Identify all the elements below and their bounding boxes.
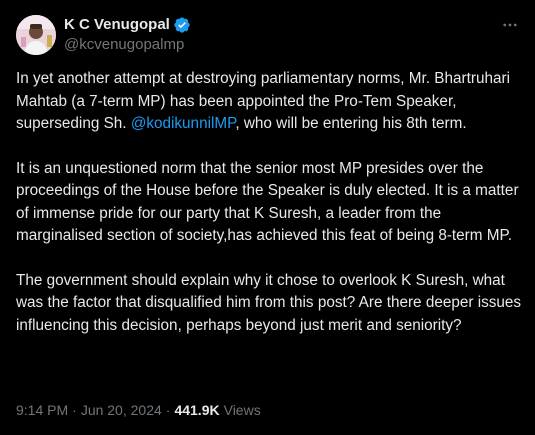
tweet-paragraph-2: It is an unquestioned norm that the seni…	[16, 159, 519, 245]
tweet-date[interactable]: Jun 20, 2024	[81, 402, 162, 418]
views-label: Views	[223, 402, 261, 418]
tweet-meta: 9:14 PM · Jun 20, 2024 · 441.9K Views	[16, 402, 261, 418]
verified-badge-icon	[173, 16, 191, 34]
meta-separator-2: ·	[165, 402, 171, 418]
tweet-text: In yet another attempt at destroying par…	[16, 68, 524, 337]
tweet-paragraph-1: In yet another attempt at destroying par…	[16, 68, 524, 136]
more-options-icon[interactable]	[499, 14, 521, 36]
avatar[interactable]	[16, 15, 56, 55]
tweet-time[interactable]: 9:14 PM	[16, 402, 68, 418]
tweet-card: K C Venugopal @kcvenugopalmp In yet anot…	[0, 0, 535, 435]
views-count: 441.9K	[174, 402, 220, 418]
mention-link[interactable]: @kodikunnilMP	[131, 115, 236, 132]
display-name[interactable]: K C Venugopal	[64, 15, 170, 35]
tweet-header: K C Venugopal @kcvenugopalmp	[16, 10, 519, 60]
author-handle[interactable]: @kcvenugopalmp	[64, 35, 191, 55]
tweet-paragraph-3: The government should explain why it cho…	[16, 271, 522, 334]
paragraph-1-text-end: , who will be entering his 8th term.	[235, 115, 467, 132]
meta-separator: ·	[72, 402, 77, 418]
name-row: K C Venugopal	[64, 15, 191, 35]
author-names: K C Venugopal @kcvenugopalmp	[64, 15, 191, 55]
